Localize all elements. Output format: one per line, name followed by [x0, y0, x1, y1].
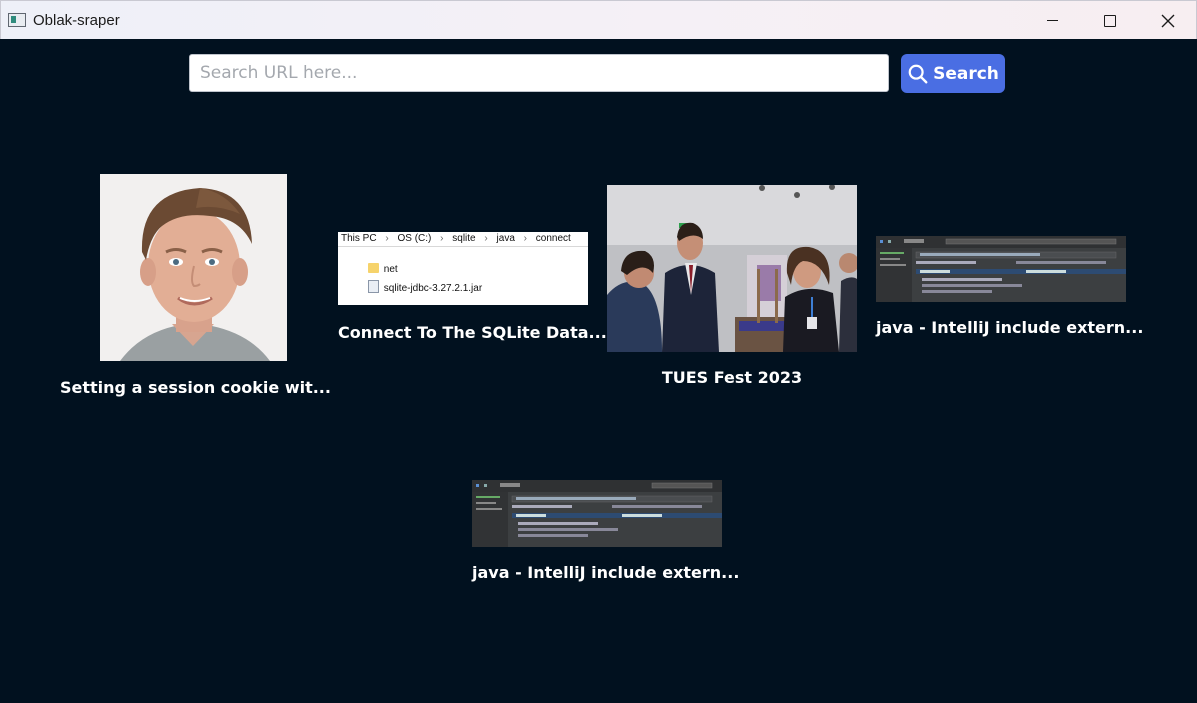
result-thumbnail-event-photo[interactable] [607, 185, 857, 352]
search-button-label: Search [933, 63, 999, 84]
result-card[interactable]: java - IntelliJ include extern... [876, 236, 1143, 341]
explorer-file-row: sqlite-jdbc-3.27.2.1.jar [368, 280, 482, 294]
result-card[interactable]: This PC › OS (C:) › sqlite › java › conn… [338, 232, 607, 350]
result-thumbnail-ide[interactable] [876, 236, 1126, 302]
file-name: sqlite-jdbc-3.27.2.1.jar [383, 283, 483, 294]
chevron-right-icon: › [385, 233, 389, 244]
maximize-icon [1104, 14, 1116, 27]
breadcrumb-item: OS (C:) [397, 233, 432, 244]
breadcrumb-item: sqlite [452, 233, 476, 244]
chevron-right-icon: › [484, 233, 488, 244]
ide-image [472, 480, 722, 547]
close-icon [1161, 14, 1175, 27]
result-card[interactable]: java - IntelliJ include extern... [472, 480, 739, 586]
minimize-button[interactable] [1023, 1, 1081, 40]
explorer-breadcrumb: This PC › OS (C:) › sqlite › java › conn… [338, 232, 588, 247]
app-icon [8, 13, 26, 27]
explorer-file-row: net [368, 263, 398, 275]
folder-icon [368, 263, 379, 273]
result-card[interactable]: TUES Fest 2023 [607, 185, 857, 391]
result-title[interactable]: TUES Fest 2023 [607, 368, 857, 387]
breadcrumb-item: java [496, 233, 515, 244]
result-title[interactable]: Connect To The SQLite Data... [338, 323, 607, 342]
file-name: net [383, 264, 398, 275]
minimize-icon [1046, 20, 1058, 21]
result-card[interactable]: Setting a session cookie wit... [60, 174, 331, 404]
event-image [607, 185, 857, 352]
app-window: Oblak-sraper Search URL here... Search S… [0, 0, 1197, 703]
breadcrumb-item: connect [535, 233, 571, 244]
chevron-right-icon: › [440, 233, 444, 244]
search-input[interactable] [189, 54, 889, 92]
search-icon [908, 64, 928, 83]
search-button[interactable]: Search [901, 54, 1005, 93]
chevron-right-icon: › [523, 233, 528, 244]
result-thumbnail-ide[interactable] [472, 480, 722, 547]
ide-image [876, 236, 1126, 302]
window-title: Oblak-sraper [33, 12, 120, 29]
result-title[interactable]: java - IntelliJ include extern... [876, 318, 1143, 337]
title-bar[interactable]: Oblak-sraper [0, 0, 1197, 39]
jar-file-icon [368, 280, 379, 293]
close-button[interactable] [1139, 1, 1197, 40]
breadcrumb-item: This PC [341, 233, 377, 244]
maximize-button[interactable] [1081, 1, 1139, 40]
portrait-image [100, 174, 287, 361]
result-title[interactable]: Setting a session cookie wit... [60, 378, 331, 397]
result-title[interactable]: java - IntelliJ include extern... [472, 563, 739, 582]
result-thumbnail-portrait[interactable] [100, 174, 287, 361]
result-thumbnail-file-explorer[interactable]: This PC › OS (C:) › sqlite › java › conn… [338, 232, 588, 305]
